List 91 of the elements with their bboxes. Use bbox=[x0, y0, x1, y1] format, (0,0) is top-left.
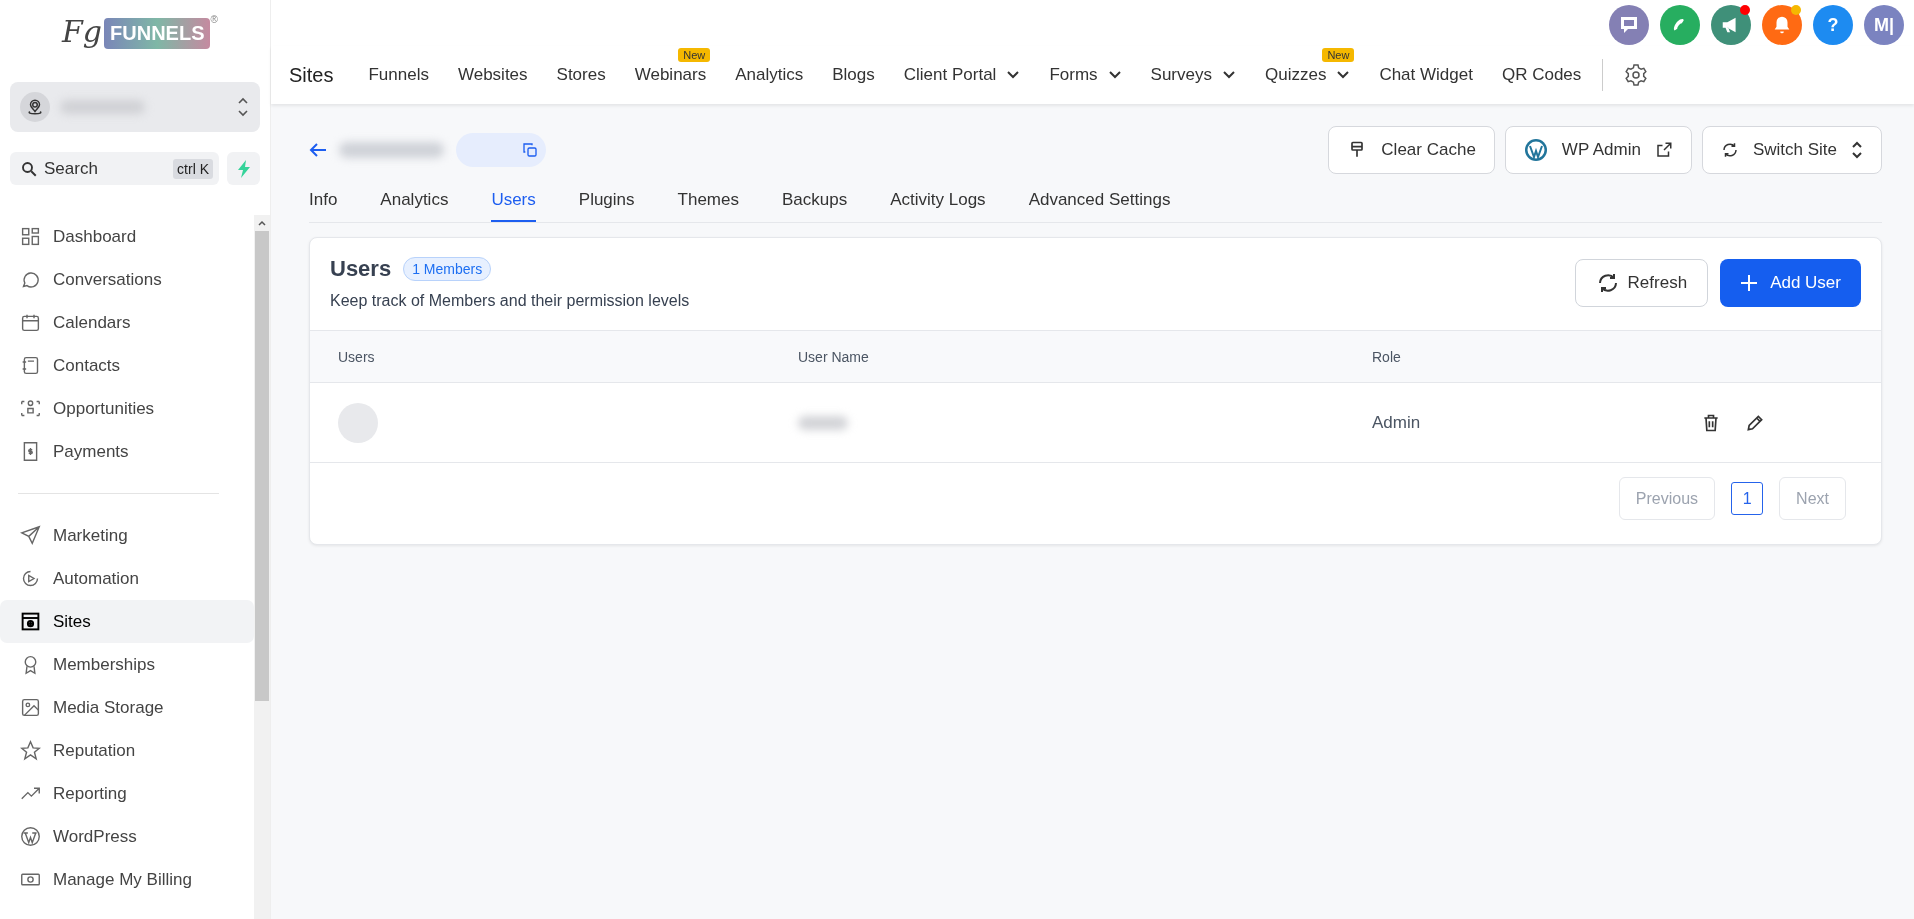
nav-link[interactable]: Websites bbox=[457, 65, 528, 85]
back-arrow-icon[interactable] bbox=[309, 142, 327, 158]
trash-icon[interactable] bbox=[1701, 412, 1721, 433]
search-icon bbox=[20, 160, 38, 178]
calendar-icon bbox=[20, 312, 41, 333]
sidebar-item[interactable]: Memberships bbox=[0, 643, 254, 686]
sidebar-item[interactable]: Contacts bbox=[0, 344, 254, 387]
tab[interactable]: Plugins bbox=[578, 178, 635, 222]
nav-link[interactable]: Chat Widget bbox=[1379, 65, 1473, 85]
nav-link[interactable]: Webinars bbox=[634, 65, 707, 85]
plus-icon bbox=[1740, 274, 1759, 292]
sidebar-item[interactable]: Opportunities bbox=[0, 387, 254, 430]
scrollbar[interactable] bbox=[254, 215, 270, 919]
sidebar-item[interactable]: Sites bbox=[0, 600, 254, 643]
nav-link[interactable]: Forms bbox=[1049, 65, 1098, 85]
pencil-icon[interactable] bbox=[1745, 412, 1765, 433]
image-icon bbox=[20, 697, 41, 718]
action-button[interactable]: Switch Site bbox=[1701, 126, 1882, 174]
sidebar-item[interactable]: Manage My Billing bbox=[0, 858, 254, 901]
section-title: Sites bbox=[289, 63, 334, 87]
new-badge: New bbox=[678, 48, 711, 62]
account-switcher[interactable] bbox=[10, 82, 260, 132]
nav-link[interactable]: Analytics bbox=[735, 65, 804, 85]
nav-link[interactable]: Quizzes bbox=[1264, 65, 1327, 85]
website-icon bbox=[20, 611, 41, 632]
refresh-button[interactable]: Refresh bbox=[1574, 259, 1709, 307]
sidebar-item[interactable]: Reputation bbox=[0, 729, 254, 772]
sidebar-item[interactable]: Reporting bbox=[0, 772, 254, 815]
person-icon bbox=[20, 398, 41, 419]
add-user-button[interactable]: Add User bbox=[1720, 259, 1861, 307]
chevron-down-icon[interactable] bbox=[1006, 70, 1021, 80]
table-cell: Admin bbox=[1372, 412, 1421, 433]
nav-link[interactable]: QR Codes bbox=[1501, 65, 1582, 85]
action-button[interactable]: Clear Cache bbox=[1328, 126, 1495, 174]
page-button[interactable]: 1 bbox=[1731, 482, 1764, 515]
star-icon bbox=[20, 740, 41, 761]
announcements-button[interactable] bbox=[1711, 5, 1751, 45]
card-subtitle: Keep track of Members and their permission levels bbox=[330, 292, 690, 310]
nav-link[interactable]: Stores bbox=[556, 65, 606, 85]
chevron-down-icon[interactable] bbox=[1107, 70, 1122, 80]
wordpress-icon bbox=[20, 826, 41, 847]
notebook-icon bbox=[20, 355, 41, 376]
action-button[interactable]: WP Admin bbox=[1504, 126, 1692, 174]
notifications-button[interactable] bbox=[1762, 5, 1802, 45]
tab[interactable]: Backups bbox=[782, 178, 848, 222]
scroll-up-icon[interactable] bbox=[257, 219, 267, 227]
sidebar-item[interactable]: Calendars bbox=[0, 301, 254, 344]
phone-button[interactable] bbox=[1660, 5, 1700, 45]
paper-plane-icon bbox=[20, 525, 41, 546]
tab[interactable]: Advanced Settings bbox=[1028, 178, 1171, 222]
keyboard-shortcut: ctrl K bbox=[173, 159, 213, 179]
sidebar-item[interactable]: Payments bbox=[0, 430, 254, 473]
cycle-arrows-icon bbox=[1720, 141, 1739, 159]
tab[interactable]: Info bbox=[309, 178, 338, 222]
logo: Fg FUNNELS ® bbox=[62, 14, 219, 51]
sidebar-item[interactable]: Conversations bbox=[0, 258, 254, 301]
sidebar-item[interactable]: Dashboard bbox=[0, 215, 254, 258]
sidebar-item[interactable]: Media Storage bbox=[0, 686, 254, 729]
wordpress-icon bbox=[1523, 138, 1548, 162]
card-title: Users bbox=[330, 256, 392, 282]
nav-link[interactable]: Client Portal bbox=[903, 65, 997, 85]
column-header: Role bbox=[1371, 348, 1401, 365]
grid-icon bbox=[20, 226, 41, 247]
new-badge: New bbox=[1322, 48, 1355, 62]
user-avatar[interactable]: M| bbox=[1864, 5, 1904, 45]
chat-button[interactable] bbox=[1609, 5, 1649, 45]
location-pin-icon bbox=[26, 98, 44, 116]
members-count-badge: 1 Members bbox=[403, 257, 492, 281]
chevron-up-down-icon bbox=[1851, 141, 1863, 159]
settings-icon[interactable] bbox=[1624, 63, 1649, 87]
tab[interactable]: Users bbox=[491, 178, 536, 222]
nav-link[interactable]: Surveys bbox=[1150, 65, 1212, 85]
tab[interactable]: Themes bbox=[677, 178, 739, 222]
nav-link[interactable]: Funnels bbox=[368, 65, 429, 85]
blurred-username bbox=[798, 415, 848, 430]
column-header: User Name bbox=[797, 348, 869, 365]
chat-bubble-icon bbox=[20, 269, 41, 290]
nav-link[interactable]: Blogs bbox=[832, 65, 875, 85]
sidebar-item[interactable]: WordPress bbox=[0, 815, 254, 858]
tab[interactable]: Analytics bbox=[380, 178, 449, 222]
play-icon bbox=[20, 568, 41, 589]
column-header: Users bbox=[337, 348, 375, 365]
chevron-down-icon[interactable] bbox=[1336, 70, 1351, 80]
external-link-icon bbox=[1654, 141, 1673, 159]
tab[interactable]: Activity Logs bbox=[890, 178, 986, 222]
chevron-down-icon[interactable] bbox=[1221, 70, 1236, 80]
lightning-icon bbox=[235, 159, 252, 178]
chevron-up-down-icon bbox=[236, 96, 250, 118]
copy-icon[interactable] bbox=[522, 142, 538, 158]
sidebar-item[interactable]: Automation bbox=[0, 557, 254, 600]
sidebar-item[interactable]: Marketing bbox=[0, 514, 254, 557]
